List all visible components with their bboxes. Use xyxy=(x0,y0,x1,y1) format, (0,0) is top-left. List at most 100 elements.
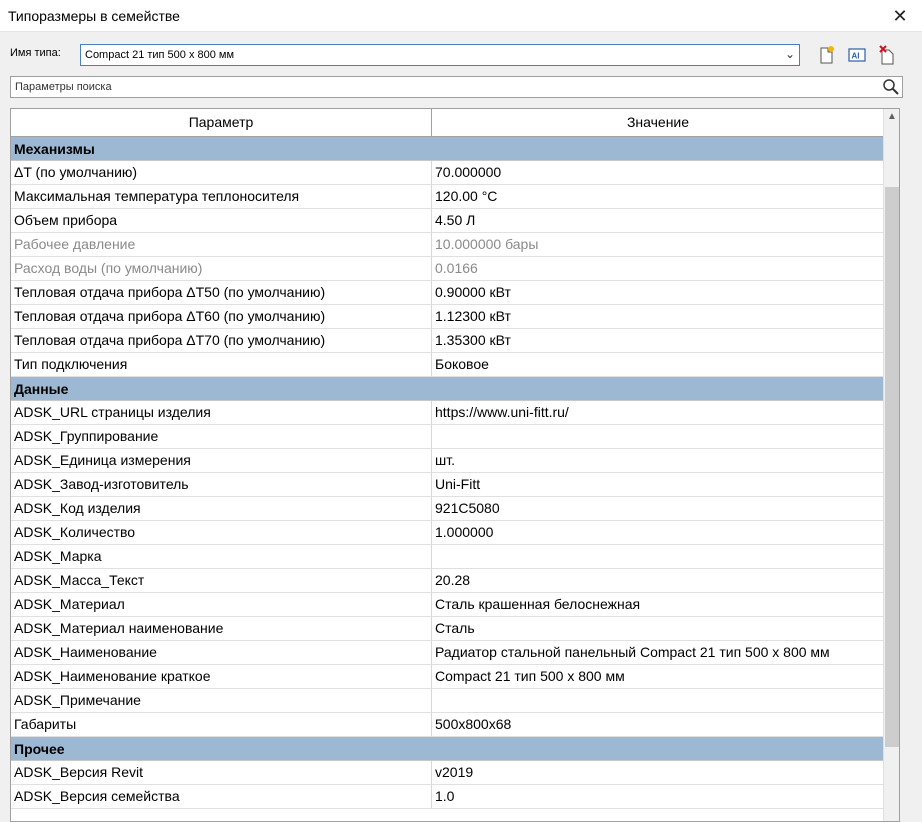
title-bar: Типоразмеры в семействе ✕ xyxy=(0,0,922,32)
parameter-value-cell[interactable] xyxy=(432,425,884,448)
parameter-name-cell: Расход воды (по умолчанию) xyxy=(11,257,432,280)
parameter-name-cell: ADSK_Единица измерения xyxy=(11,449,432,472)
parameter-value-cell[interactable]: 4.50 Л xyxy=(432,209,884,232)
chevron-down-icon: ⌄ xyxy=(784,47,795,61)
table-row[interactable]: ADSK_Наименование Радиатор стальной панел… xyxy=(11,641,884,665)
table-row[interactable]: Расход воды (по умолчанию) 0.0166 xyxy=(11,257,884,281)
parameter-name-cell: ADSK_Группирование xyxy=(11,425,432,448)
parameter-value-cell[interactable]: Uni-Fitt xyxy=(432,473,884,496)
parameter-value-cell[interactable]: 70.000000 xyxy=(432,161,884,184)
parameter-name-cell: ADSK_Наименование краткое xyxy=(11,665,432,688)
table-row[interactable]: ADSK_URL страницы изделия https://www.uni… xyxy=(11,401,884,425)
parameter-name-cell: ADSK_Версия Revit xyxy=(11,761,432,784)
table-row[interactable]: ADSK_Группирование xyxy=(11,425,884,449)
parameter-name-cell: ADSK_URL страницы изделия xyxy=(11,401,432,424)
table-row[interactable]: Тепловая отдача прибора ΔT60 (по умолчан… xyxy=(11,305,884,329)
type-name-dropdown[interactable]: Compact 21 тип 500 x 800 мм ⌄ xyxy=(80,44,800,66)
parameter-value-cell[interactable]: шт. xyxy=(432,449,884,472)
parameter-value-cell[interactable]: Сталь крашенная белоснежная xyxy=(432,593,884,616)
parameter-value-cell[interactable]: 500x800x68 xyxy=(432,713,884,736)
table-row[interactable]: ADSK_Единица измерения шт. xyxy=(11,449,884,473)
table-row[interactable]: ADSK_Марка xyxy=(11,545,884,569)
group-header[interactable]: Прочее xyxy=(11,737,884,761)
parameter-value-cell[interactable]: 1.0 xyxy=(432,785,884,808)
parameter-name-cell: Тепловая отдача прибора ΔT50 (по умолчан… xyxy=(11,281,432,304)
parameter-name-cell: ADSK_Количество xyxy=(11,521,432,544)
type-name-label: Имя типа: xyxy=(10,47,61,59)
rename-type-icon[interactable]: AI xyxy=(846,44,868,66)
table-row[interactable]: Тепловая отдача прибора ΔT50 (по умолчан… xyxy=(11,281,884,305)
parameter-value-cell[interactable] xyxy=(432,689,884,712)
table-row[interactable]: Тепловая отдача прибора ΔT70 (по умолчан… xyxy=(11,329,884,353)
parameters-grid: Параметр Значение Механизмы ΔT (по умолча… xyxy=(10,108,900,822)
parameter-value-cell[interactable]: 120.00 °C xyxy=(432,185,884,208)
parameter-name-cell: Тепловая отдача прибора ΔT60 (по умолчан… xyxy=(11,305,432,328)
type-name-value: Compact 21 тип 500 x 800 мм xyxy=(85,49,235,61)
table-row[interactable]: ADSK_Примечание xyxy=(11,689,884,713)
parameter-name-cell: ADSK_Наименование xyxy=(11,641,432,664)
parameter-name-cell: ADSK_Версия семейства xyxy=(11,785,432,808)
table-row[interactable]: ADSK_Код изделия 921C5080 xyxy=(11,497,884,521)
parameters-table: Параметр Значение Механизмы ΔT (по умолча… xyxy=(11,109,884,809)
table-row[interactable]: ADSK_Количество 1.000000 xyxy=(11,521,884,545)
group-header[interactable]: Механизмы xyxy=(11,137,884,161)
parameter-name-cell: ΔT (по умолчанию) xyxy=(11,161,432,184)
parameter-value-cell[interactable] xyxy=(432,545,884,568)
search-input[interactable]: Параметры поиска xyxy=(10,76,903,98)
magnifier-icon[interactable] xyxy=(882,78,900,96)
parameter-value-cell[interactable]: 1.12300 кВт xyxy=(432,305,884,328)
parameter-name-cell: Тепловая отдача прибора ΔT70 (по умолчан… xyxy=(11,329,432,352)
column-header-value[interactable]: Значение xyxy=(432,109,884,136)
table-row[interactable]: Максимальная температура теплоносителя 12… xyxy=(11,185,884,209)
parameter-name-cell: Рабочее давление xyxy=(11,233,432,256)
parameter-value-cell[interactable]: 1.35300 кВт xyxy=(432,329,884,352)
parameter-value-cell: 10.000000 бары xyxy=(435,236,539,252)
vertical-scrollbar[interactable]: ▲ xyxy=(883,109,899,821)
table-row[interactable]: Габариты 500x800x68 xyxy=(11,713,884,737)
table-row[interactable]: ADSK_Масса_Текст 20.28 xyxy=(11,569,884,593)
table-row[interactable]: ADSK_Версия Revit v2019 xyxy=(11,761,884,785)
parameter-name-cell: ADSK_Масса_Текст xyxy=(11,569,432,592)
parameter-name-cell: Тип подключения xyxy=(11,353,432,376)
table-row[interactable]: Тип подключения Боковое xyxy=(11,353,884,377)
parameter-name-cell: ADSK_Марка xyxy=(11,545,432,568)
table-row[interactable]: ADSK_Версия семейства 1.0 xyxy=(11,785,884,809)
svg-text:AI: AI xyxy=(852,52,860,61)
parameter-value-cell[interactable]: Compact 21 тип 500 x 800 мм xyxy=(432,665,884,688)
parameter-value-cell[interactable]: 921C5080 xyxy=(432,497,884,520)
table-row[interactable]: Рабочее давление 10.000000 бары xyxy=(11,233,884,257)
parameter-value-cell[interactable]: v2019 xyxy=(432,761,884,784)
window-title: Типоразмеры в семействе xyxy=(8,8,180,24)
delete-type-icon[interactable] xyxy=(876,44,898,66)
table-row[interactable]: Объем прибора 4.50 Л xyxy=(11,209,884,233)
parameter-value-cell[interactable]: 20.28 xyxy=(432,569,884,592)
table-header: Параметр Значение xyxy=(11,109,884,137)
table-row[interactable]: ADSK_Завод-изготовитель Uni-Fitt xyxy=(11,473,884,497)
parameter-name-cell: Максимальная температура теплоносителя xyxy=(11,185,432,208)
parameter-name-cell: ADSK_Код изделия xyxy=(11,497,432,520)
parameter-name-cell: ADSK_Завод-изготовитель xyxy=(11,473,432,496)
table-row[interactable]: ΔT (по умолчанию) 70.000000 xyxy=(11,161,884,185)
new-type-icon[interactable] xyxy=(815,44,837,66)
parameter-name-cell: Габариты xyxy=(11,713,432,736)
parameter-name-cell: ADSK_Материал xyxy=(11,593,432,616)
table-row[interactable]: ADSK_Материал наименование Сталь xyxy=(11,617,884,641)
table-row[interactable]: ADSK_Материал Сталь крашенная белоснежная xyxy=(11,593,884,617)
type-name-row: Имя типа: Compact 21 тип 500 x 800 мм ⌄ … xyxy=(0,40,922,70)
parameter-name-cell: ADSK_Примечание xyxy=(11,689,432,712)
group-header[interactable]: Данные xyxy=(11,377,884,401)
table-row[interactable]: ADSK_Наименование краткое Compact 21 тип … xyxy=(11,665,884,689)
parameter-value-cell[interactable]: Радиатор стальной панельный Compact 21 т… xyxy=(432,641,884,664)
close-icon[interactable]: ✕ xyxy=(888,4,912,28)
parameter-value-cell[interactable]: Сталь xyxy=(432,617,884,640)
parameter-value-cell: 0.0166 xyxy=(435,260,478,276)
parameter-value-cell[interactable]: 1.000000 xyxy=(432,521,884,544)
scrollbar-thumb[interactable] xyxy=(885,187,899,747)
parameter-value-cell[interactable]: https://www.uni-fitt.ru/ xyxy=(432,401,884,424)
column-header-parameter[interactable]: Параметр xyxy=(11,109,432,136)
parameter-value-cell[interactable]: 0.90000 кВт xyxy=(432,281,884,304)
table-body: Механизмы ΔT (по умолчанию) 70.000000 Макси… xyxy=(11,137,884,809)
scroll-up-icon[interactable]: ▲ xyxy=(887,111,897,122)
parameter-name-cell: Объем прибора xyxy=(11,209,432,232)
parameter-value-cell[interactable]: Боковое xyxy=(432,353,884,376)
